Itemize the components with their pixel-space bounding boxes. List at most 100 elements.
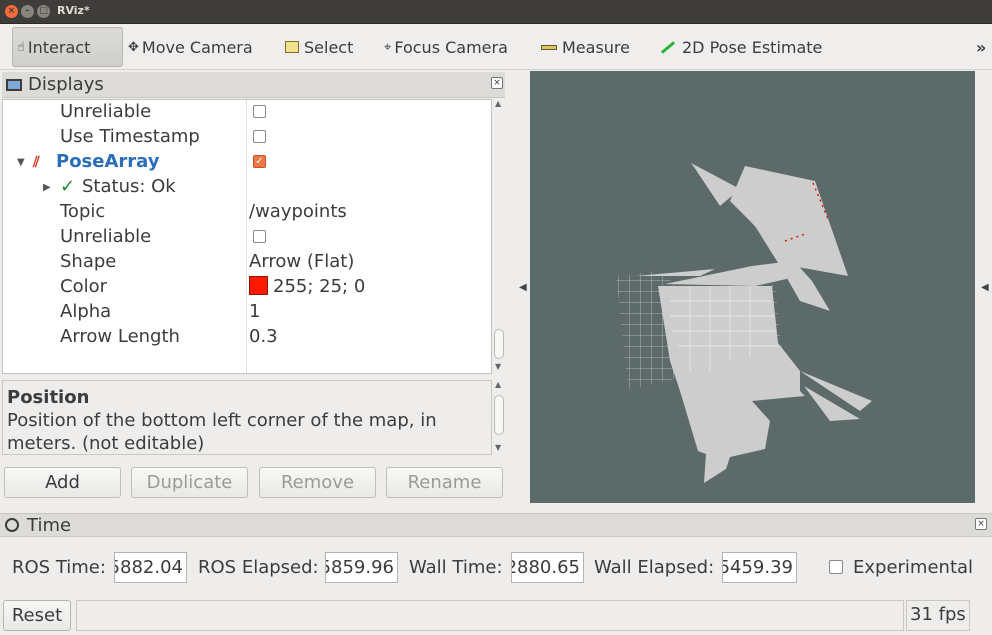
description-scrollbar[interactable]: ▲ ▼ <box>493 380 505 455</box>
wall-elapsed-label: Wall Elapsed: <box>594 557 715 578</box>
splitter-collapse-right-icon[interactable]: ◀ <box>981 282 989 293</box>
displays-panel-header: Displays × <box>2 72 505 98</box>
focus-camera-tool-button[interactable]: ⌖ Focus Camera <box>384 27 508 67</box>
rename-display-button[interactable]: Rename <box>386 467 503 498</box>
property-label: Color <box>60 276 107 297</box>
select-label: Select <box>304 37 354 57</box>
scroll-up-icon[interactable]: ▲ <box>495 99 501 108</box>
ros-elapsed-label: ROS Elapsed: <box>198 557 319 578</box>
property-label: Topic <box>60 201 106 222</box>
scrollbar-thumb[interactable] <box>494 329 504 359</box>
map-render <box>616 163 872 483</box>
focus-crosshair-icon: ⌖ <box>384 39 392 55</box>
3d-viewport[interactable] <box>530 71 975 503</box>
move-camera-tool-button[interactable]: ✥ Move Camera <box>128 27 253 67</box>
remove-display-button[interactable]: Remove <box>259 467 376 498</box>
focus-camera-label: Focus Camera <box>394 37 508 57</box>
scroll-down-icon[interactable]: ▼ <box>495 362 501 371</box>
tree-row-shape[interactable]: Shape Arrow (Flat) <box>3 250 491 275</box>
tree-row-status[interactable]: ▶ ✓ Status: Ok <box>3 175 491 200</box>
description-title: Position <box>7 387 90 408</box>
2d-pose-estimate-tool-button[interactable]: 2D Pose Estimate <box>660 27 822 67</box>
window-titlebar: × – □ RViz* <box>0 0 992 24</box>
toolbar: ☝ Interact ✥ Move Camera Select ⌖ Focus … <box>0 24 992 70</box>
monitor-icon <box>6 78 22 91</box>
posearray-enabled-checkbox[interactable]: ✓ <box>253 155 266 168</box>
move-camera-label: Move Camera <box>141 37 253 57</box>
tree-row-topic[interactable]: Topic /waypoints <box>3 200 491 225</box>
tree-row-alpha[interactable]: Alpha 1 <box>3 300 491 325</box>
measure-label: Measure <box>562 37 630 57</box>
color-text: 255; 25; 0 <box>273 276 366 297</box>
tree-row-use-timestamp[interactable]: Use Timestamp <box>3 125 491 150</box>
property-label: Use Timestamp <box>60 126 200 147</box>
shape-value[interactable]: Arrow (Flat) <box>249 250 354 274</box>
fps-indicator: 31 fps <box>906 600 970 631</box>
wall-time-field[interactable]: 2880.65 <box>511 552 584 583</box>
property-label: Unreliable <box>60 101 152 122</box>
toolbar-overflow-button[interactable]: » <box>976 27 986 67</box>
status-label: Status: Ok <box>82 176 176 197</box>
splitter-collapse-left-icon[interactable]: ◀ <box>519 282 527 293</box>
property-label: Shape <box>60 251 117 272</box>
tree-row-color[interactable]: Color 255; 25; 0 <box>3 275 491 300</box>
unreliable-checkbox[interactable] <box>253 105 266 118</box>
status-ok-check-icon: ✓ <box>60 176 76 197</box>
property-label: Arrow Length <box>60 326 180 347</box>
hand-pointer-icon: ☝ <box>17 39 25 55</box>
color-value[interactable]: 255; 25; 0 <box>249 275 365 299</box>
topic-value[interactable]: /waypoints <box>249 200 347 224</box>
measure-tool-button[interactable]: Measure <box>541 27 630 67</box>
window-maximize-button[interactable]: □ <box>37 5 50 18</box>
property-label: Alpha <box>60 301 112 322</box>
experimental-checkbox[interactable] <box>829 560 843 574</box>
displays-close-button[interactable]: × <box>491 77 503 89</box>
time-title: Time <box>27 514 72 536</box>
tree-row-unreliable-1[interactable]: Unreliable <box>3 100 491 125</box>
scrollbar-thumb[interactable] <box>494 395 504 435</box>
ruler-icon <box>541 44 557 50</box>
window-minimize-button[interactable]: – <box>21 5 34 18</box>
wall-elapsed-field[interactable]: 5459.39 <box>722 552 797 583</box>
collapse-arrow-icon[interactable]: ▼ <box>17 157 25 168</box>
time-close-button[interactable]: × <box>975 518 987 530</box>
arrow-length-value[interactable]: 0.3 <box>249 325 278 349</box>
time-panel-header: Time <box>0 513 992 537</box>
posearray-icon: ⫽ <box>33 153 40 171</box>
tree-row-arrow-length[interactable]: Arrow Length 0.3 <box>3 325 491 350</box>
interact-label: Interact <box>27 37 91 57</box>
clock-icon <box>5 518 19 532</box>
use-timestamp-checkbox[interactable] <box>253 130 266 143</box>
alpha-value[interactable]: 1 <box>249 300 260 324</box>
occupancy-map <box>636 163 872 483</box>
select-tool-button[interactable]: Select <box>285 27 353 67</box>
pose-arrow-icon <box>660 40 676 54</box>
property-description: Position Position of the bottom left cor… <box>2 380 492 455</box>
scroll-down-icon[interactable]: ▼ <box>495 443 501 452</box>
select-box-icon <box>285 41 299 53</box>
window-title: RViz* <box>57 4 90 17</box>
tree-row-unreliable-2[interactable]: Unreliable <box>3 225 491 250</box>
ros-elapsed-field[interactable]: 5859.96 <box>325 552 398 583</box>
add-display-button[interactable]: Add <box>4 467 121 498</box>
ros-time-field[interactable]: 5882.04 <box>114 552 187 583</box>
unreliable-checkbox[interactable] <box>253 230 266 243</box>
property-label: Unreliable <box>60 226 152 247</box>
interact-tool-button[interactable]: ☝ Interact <box>12 27 123 67</box>
move-camera-icon: ✥ <box>128 39 139 55</box>
description-text: Position of the bottom left corner of th… <box>7 410 437 454</box>
posearray-label: PoseArray <box>56 151 160 172</box>
ros-time-label: ROS Time: <box>12 557 106 578</box>
expand-arrow-icon[interactable]: ▶ <box>43 182 51 193</box>
status-message-field <box>76 600 904 631</box>
scroll-up-icon[interactable]: ▲ <box>495 380 501 389</box>
duplicate-display-button[interactable]: Duplicate <box>131 467 248 498</box>
displays-tree: Unreliable Use Timestamp ▼ ⫽ PoseArray ✓… <box>2 99 492 374</box>
reset-button[interactable]: Reset <box>3 600 71 631</box>
window-close-button[interactable]: × <box>5 5 18 18</box>
tree-row-posearray[interactable]: ▼ ⫽ PoseArray ✓ <box>3 150 491 175</box>
color-swatch <box>249 276 268 295</box>
displays-scrollbar[interactable]: ▲ ▼ <box>493 99 505 374</box>
experimental-label: Experimental <box>853 557 974 578</box>
pose-estimate-label: 2D Pose Estimate <box>682 37 823 57</box>
